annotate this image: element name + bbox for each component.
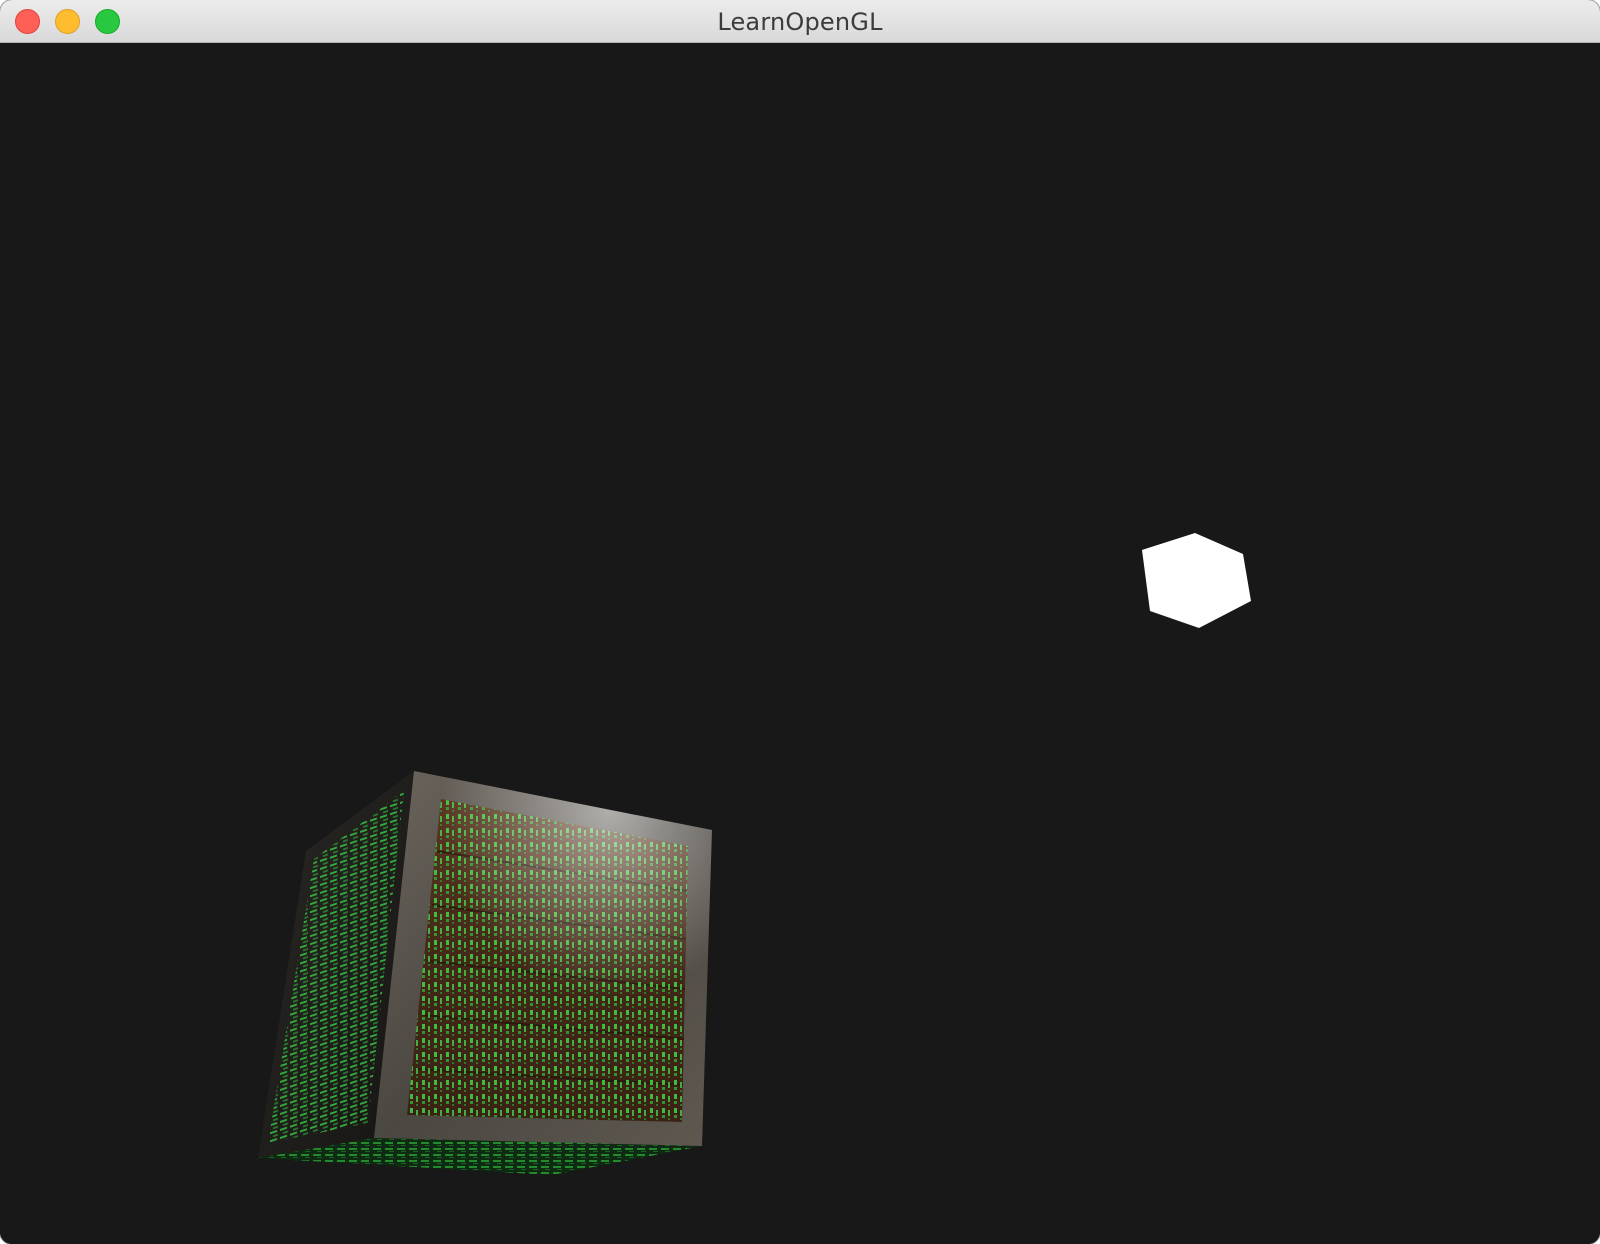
title-bar[interactable]: LearnOpenGL	[0, 0, 1600, 43]
container-specular	[374, 771, 712, 1146]
light-cube	[1142, 533, 1251, 628]
app-window: LearnOpenGL	[0, 0, 1600, 1244]
render-scene	[258, 533, 1251, 1175]
window-title: LearnOpenGL	[717, 8, 883, 36]
opengl-viewport[interactable]	[0, 43, 1600, 1244]
